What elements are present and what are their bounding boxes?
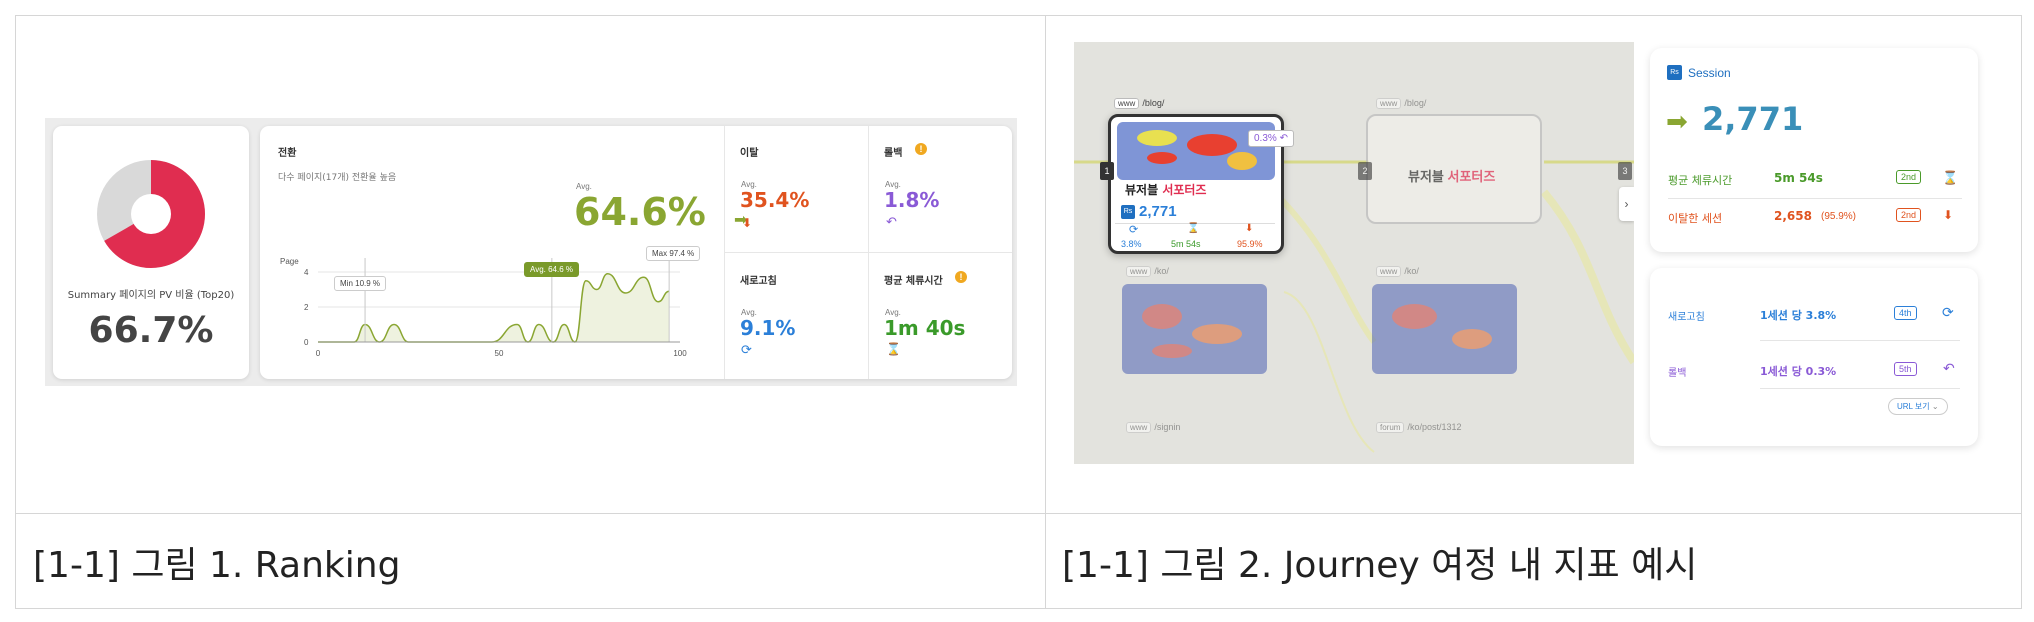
caption-figure-1: [1-1] 그림 1. Ranking xyxy=(33,545,401,586)
metric-value-refresh: 9.1% xyxy=(740,316,796,340)
node-number-badge: 3 xyxy=(1618,162,1632,180)
chart-max-tooltip: Max 97.4 % xyxy=(646,246,701,261)
session-value: 2,771 xyxy=(1702,100,1804,138)
hourglass-icon: ⌛ xyxy=(1187,223,1200,234)
metric-value-avg-stay: 1m 40s xyxy=(884,316,966,340)
metric-title-exit: 이탈 xyxy=(740,148,759,159)
metric-title-rollback: 롤백 xyxy=(884,148,903,159)
conversion-chart: 0 2 4 0 50 100 Page xyxy=(280,257,687,358)
url-view-dropdown[interactable]: URL 보기 ⌄ xyxy=(1888,398,1948,415)
rollback-label: 롤백 xyxy=(1668,368,1687,379)
y-tick-label: 2 xyxy=(304,303,309,312)
undo-icon: ↶ xyxy=(886,214,897,229)
refresh-rank-badge: 4th xyxy=(1894,306,1917,320)
pv-ratio-label: Summary 페이지의 PV 비율 (Top20) xyxy=(67,290,235,301)
node-url-tag: www/signin xyxy=(1126,422,1180,433)
node-stat-stay: 5m 54s xyxy=(1171,239,1201,249)
journey-screenshot: www/ko/ www/ko/ www/signin forum/ko/post… xyxy=(1074,42,1634,464)
refresh-icon: ⟳ xyxy=(741,342,752,357)
exit-session-percent: (95.9%) xyxy=(1821,211,1857,222)
metric-value-exit: 35.4% xyxy=(740,188,810,212)
node-number-badge: 2 xyxy=(1358,162,1372,180)
column-divider xyxy=(1045,15,1046,609)
conversion-subtitle: 다수 페이지(17개) 전환율 높음 xyxy=(278,173,397,183)
avg-stay-value: 5m 54s xyxy=(1774,171,1823,185)
metric-title-refresh: 새로고침 xyxy=(740,276,777,287)
x-tick-label: 0 xyxy=(316,349,321,358)
undo-icon: ↶ xyxy=(1943,360,1955,376)
node-url-tag: www/blog/ xyxy=(1114,98,1164,109)
rs-badge-icon: Rs xyxy=(1121,205,1135,219)
metrics-divider xyxy=(724,252,1012,253)
hourglass-icon: ⌛ xyxy=(886,342,901,356)
arrow-down-icon: ⬇ xyxy=(742,216,753,230)
rollback-rank-badge: 5th xyxy=(1894,362,1917,376)
node-banner: 뷰저블 서포터즈 xyxy=(1408,169,1496,184)
rs-badge-icon: Rs xyxy=(1667,65,1682,80)
info-icon[interactable]: ! xyxy=(955,271,967,283)
rollback-value: 1세션 당 0.3% xyxy=(1760,365,1837,378)
x-tick-label: 50 xyxy=(495,349,504,358)
heatmap-thumbnail[interactable] xyxy=(1372,284,1517,374)
refresh-icon: ⟳ xyxy=(1129,224,1139,236)
panel-expand-chevron-icon[interactable]: › xyxy=(1619,187,1634,221)
x-tick-label: 100 xyxy=(673,349,687,358)
node-session-value: 2,771 xyxy=(1139,203,1177,220)
avg-stay-label: 평균 체류시간 xyxy=(1668,174,1733,187)
conversion-avg-value: 64.6% xyxy=(574,190,706,234)
chevron-down-icon: ⌄ xyxy=(1931,402,1939,411)
conversion-title: 전환 xyxy=(278,148,297,159)
node-url-tag: forum/ko/post/1312 xyxy=(1376,422,1462,433)
donut-hole xyxy=(131,194,171,234)
pv-ratio-card: Summary 페이지의 PV 비율 (Top20) 66.7% xyxy=(53,126,249,379)
node-stat-refresh: 3.8% xyxy=(1121,239,1142,249)
node-url-tag: www/ko/ xyxy=(1126,266,1169,277)
ranking-screenshot: Summary 페이지의 PV 비율 (Top20) 66.7% 전환 다수 페… xyxy=(45,118,1017,386)
pv-ratio-donut xyxy=(97,160,205,268)
y-axis-label: Page xyxy=(280,257,299,266)
caption-figure-2: [1-1] 그림 2. Journey 여정 내 지표 예시 xyxy=(1062,545,1698,586)
pv-ratio-value: 66.7% xyxy=(88,310,214,351)
node-stat-exit: 95.9% xyxy=(1237,239,1263,249)
refresh-value: 1세션 당 3.8% xyxy=(1760,309,1837,322)
refresh-icon: ⟳ xyxy=(1942,304,1954,320)
node-rollback-pct: 0.3% ↶ xyxy=(1248,130,1294,147)
session-label: Session xyxy=(1688,66,1731,80)
exit-session-value: 2,658 xyxy=(1774,209,1812,223)
y-tick-label: 4 xyxy=(304,268,309,277)
refresh-label: 새로고침 xyxy=(1668,312,1705,323)
row-divider xyxy=(1760,388,1960,389)
arrow-down-icon: ⬇ xyxy=(1245,223,1254,234)
arrow-down-icon: ⬇ xyxy=(1943,208,1954,222)
journey-metric-card: 새로고침 1세션 당 3.8% 4th ⟳ 롤백 1세션 당 0.3% 5th … xyxy=(1650,268,1978,446)
exit-session-label: 이탈한 세션 xyxy=(1668,212,1723,225)
node-url-tag: www/ko/ xyxy=(1376,266,1419,277)
hourglass-icon: ⌛ xyxy=(1942,170,1959,185)
metric-value-rollback: 1.8% xyxy=(884,188,940,212)
y-tick-label: 0 xyxy=(304,338,309,347)
chart-avg-tooltip: Avg. 64.6 % xyxy=(524,262,579,277)
node-url-tag: www/blog/ xyxy=(1376,98,1426,109)
node-banner: 뷰저블 서포터즈 xyxy=(1125,183,1207,197)
conversion-card: 전환 다수 페이지(17개) 전환율 높음 Avg. 64.6% ➡ 02405… xyxy=(260,126,1012,379)
node-number-badge: 1 xyxy=(1100,162,1114,180)
info-icon[interactable]: ! xyxy=(915,143,927,155)
session-card: Rs Session ➡ 2,771 평균 체류시간 5m 54s 2nd ⌛ … xyxy=(1650,48,1978,252)
metric-title-avg-stay: 평균 체류시간 xyxy=(884,276,943,287)
row-divider xyxy=(1668,198,1962,199)
arrow-right-icon: ➡ xyxy=(1666,106,1688,136)
journey-node-2[interactable]: 뷰저블 서포터즈 xyxy=(1366,114,1542,224)
heatmap-thumbnail[interactable] xyxy=(1122,284,1267,374)
chart-min-tooltip: Min 10.9 % xyxy=(334,276,387,291)
exit-session-rank-badge: 2nd xyxy=(1896,208,1922,222)
row-divider xyxy=(1760,340,1960,341)
row-divider xyxy=(15,513,2022,514)
avg-stay-rank-badge: 2nd xyxy=(1896,170,1922,184)
